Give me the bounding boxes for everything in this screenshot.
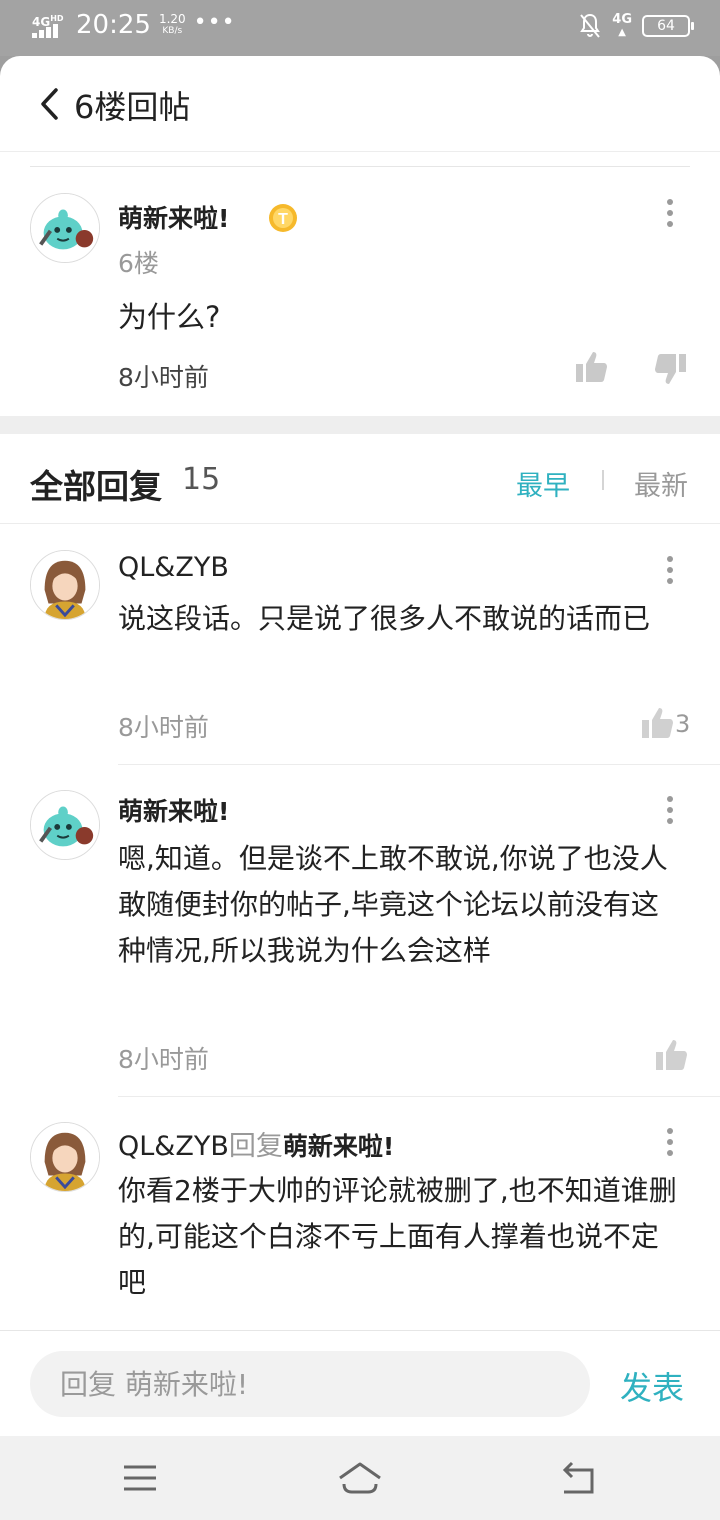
post-author[interactable]: 萌新来啦!: [118, 199, 229, 235]
more-options-icon[interactable]: [664, 199, 676, 233]
avatar[interactable]: [30, 193, 100, 263]
reply-input[interactable]: [30, 1351, 590, 1417]
reply-content: 嗯,知道。但是谈不上敢不敢说,你说了也没人敢随便封你的帖子,毕竟这个论坛以前没有…: [118, 842, 668, 967]
clock: 20:25: [76, 10, 151, 40]
reply-sheet: 6楼回帖 萌新来啦! T 6楼 为什么? 8小时前 全部回复 15 最早 最新 …: [0, 56, 720, 1436]
back-icon[interactable]: [560, 1458, 600, 1498]
more-options-icon[interactable]: [664, 796, 676, 830]
coin-badge-icon: T: [269, 204, 297, 232]
status-bar: 4GHD 20:25 1.20 KB/s ••• 4G ▲ 64: [0, 0, 720, 56]
page-title: 6楼回帖: [74, 88, 191, 126]
thumbs-up-icon[interactable]: [654, 1038, 688, 1072]
cellular-4g-icon: 4G ▲: [612, 12, 632, 38]
section-gap: [0, 416, 720, 434]
more-options-icon[interactable]: [664, 1128, 676, 1162]
reply-bar: 发表: [0, 1330, 720, 1436]
system-nav-bar: [0, 1436, 720, 1520]
reply-author[interactable]: QL&ZYB: [118, 1131, 229, 1162]
cellular-signal-icon: 4GHD: [30, 10, 68, 40]
home-icon[interactable]: [336, 1458, 384, 1498]
more-notifications-icon: •••: [193, 9, 236, 35]
reply-time: 8小时前: [118, 713, 209, 742]
top-bar: 6楼回帖: [0, 56, 720, 152]
menu-icon[interactable]: [120, 1458, 160, 1498]
reply-word: 回复: [228, 1131, 283, 1162]
thumbs-up-icon[interactable]: [640, 706, 674, 740]
back-chevron-icon[interactable]: [36, 84, 66, 124]
reply-author[interactable]: 萌新来啦!: [118, 792, 229, 828]
divider: [118, 1096, 720, 1097]
like-count: 3: [675, 710, 691, 738]
divider: [30, 166, 690, 167]
reply-author[interactable]: QL&ZYB: [118, 552, 229, 583]
replies-title: 全部回复: [30, 467, 162, 506]
reply-content: 说这段话。只是说了很多人不敢说的话而已: [118, 602, 651, 635]
post-time: 8小时前: [118, 363, 209, 392]
svg-text:T: T: [278, 211, 288, 228]
more-options-icon[interactable]: [664, 556, 676, 590]
sort-divider: [602, 470, 604, 490]
sort-earliest-tab[interactable]: 最早: [516, 464, 570, 503]
floor-number: 6楼: [118, 249, 159, 278]
sort-latest-tab[interactable]: 最新: [634, 464, 688, 503]
avatar[interactable]: [30, 550, 100, 620]
reply-author-line: QL&ZYB回复萌新来啦!: [118, 1124, 394, 1163]
reply-target[interactable]: 萌新来啦!: [283, 1132, 394, 1161]
avatar[interactable]: [30, 1122, 100, 1192]
reply-time: 8小时前: [118, 1045, 209, 1074]
avatar[interactable]: [30, 790, 100, 860]
reply-content: 你看2楼于大帅的评论就被删了,也不知道谁删的,可能这个白漆不亏上面有人撑着也说不…: [118, 1174, 677, 1299]
thumbs-up-icon[interactable]: [574, 350, 608, 384]
mute-bell-icon: [580, 13, 601, 38]
divider: [0, 523, 720, 524]
publish-button[interactable]: 发表: [620, 1363, 684, 1409]
post-content: 为什么?: [118, 300, 221, 334]
network-speed: 1.20 KB/s: [158, 12, 186, 36]
replies-count: 15: [182, 462, 221, 497]
divider: [118, 764, 720, 765]
battery-icon: 64: [642, 15, 694, 37]
thumbs-down-icon[interactable]: [654, 352, 688, 386]
